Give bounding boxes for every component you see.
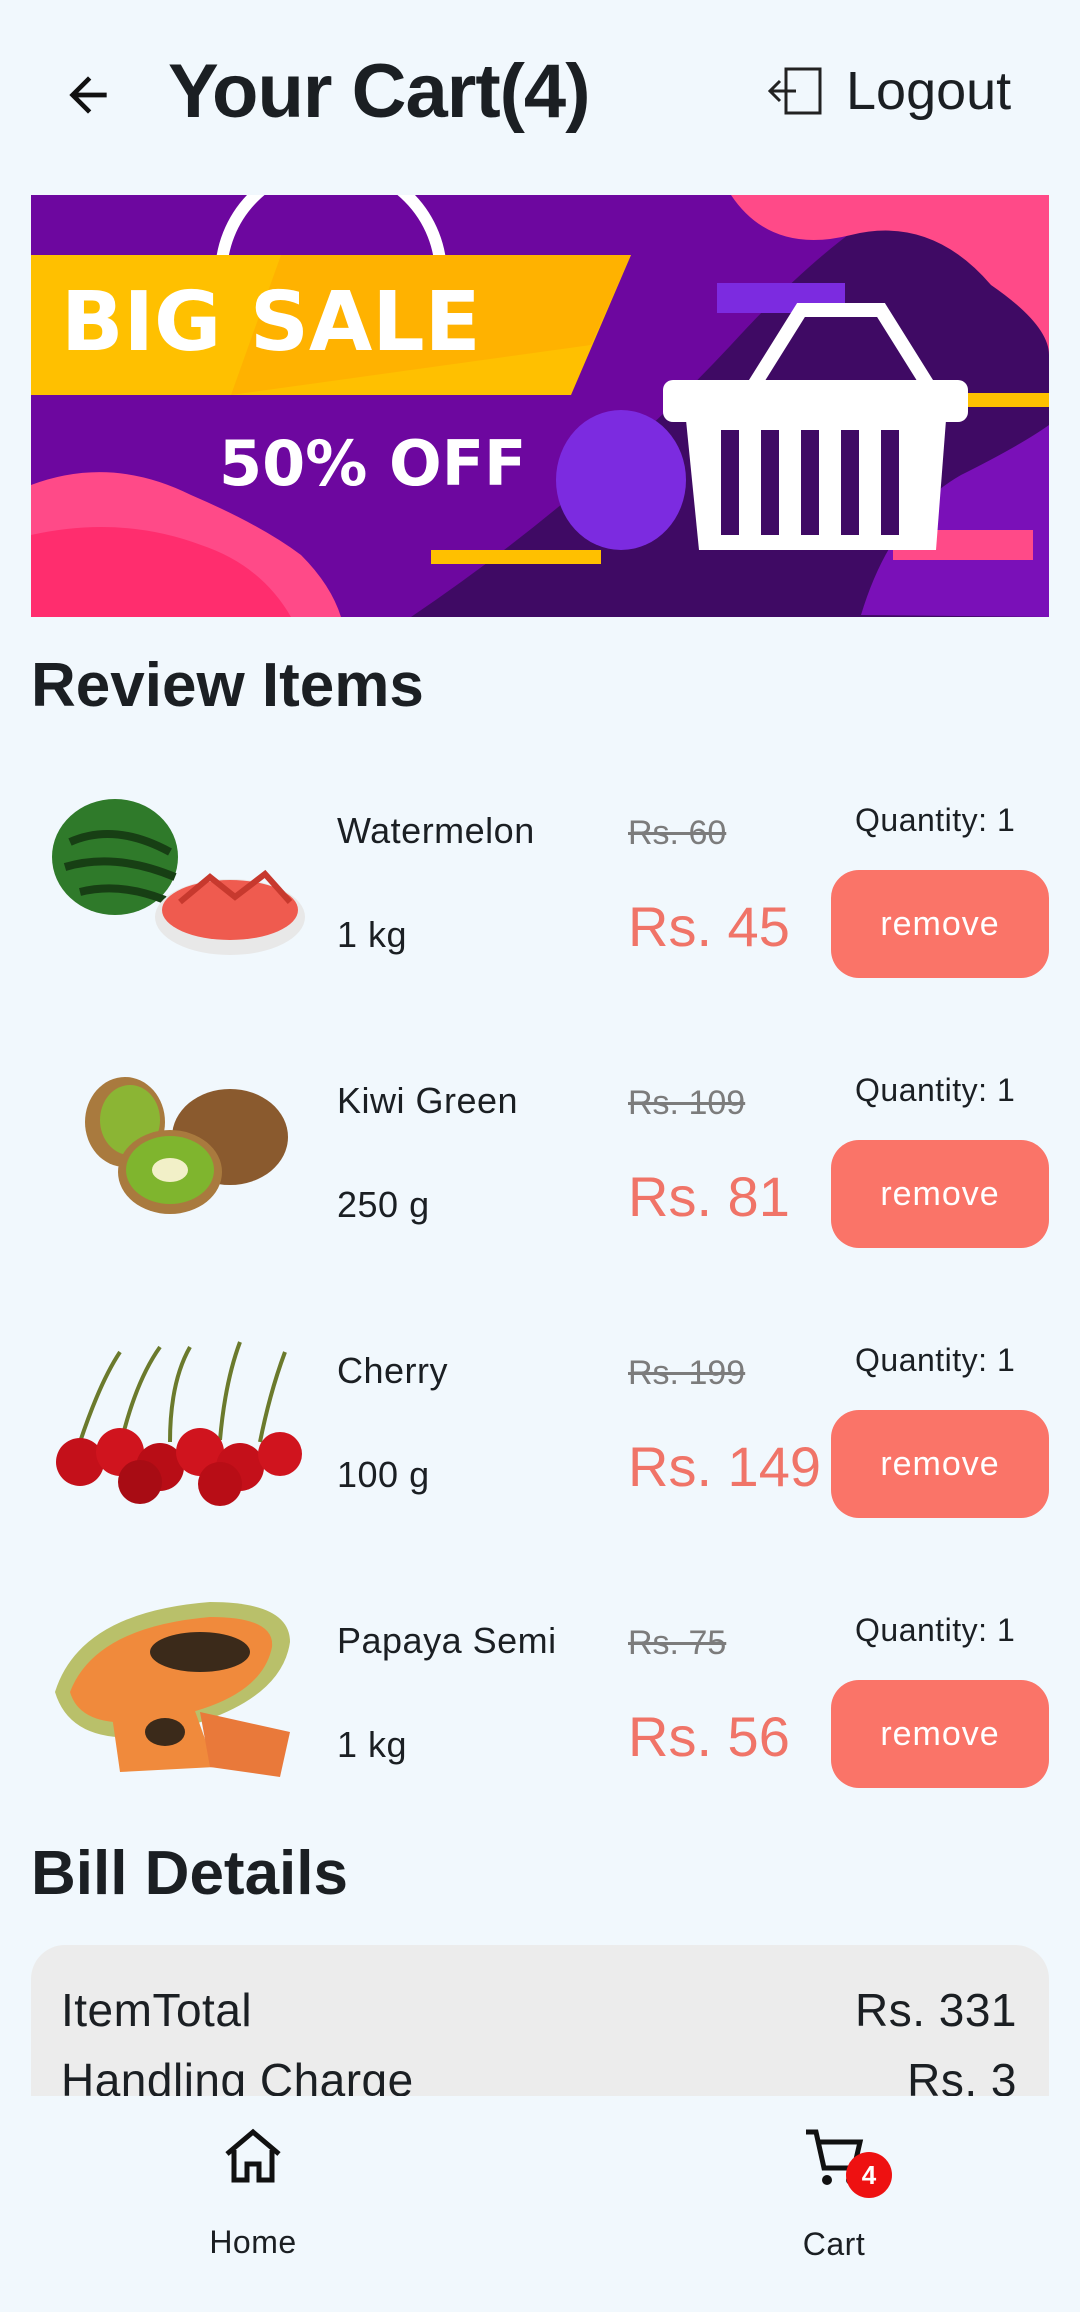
sale-banner[interactable]: BIG SALE 50% OFF — [31, 195, 1049, 617]
banner-subline: 50% OFF — [219, 427, 526, 500]
item-unit: 1 kg — [337, 1724, 408, 1765]
nav-home[interactable]: Home — [153, 2126, 353, 2261]
item-name: Watermelon — [337, 810, 535, 851]
cart-item-watermelon: Watermelon 1 kg Rs. 60 Rs. 45 Quantity: … — [0, 782, 1080, 1002]
nav-home-label: Home — [209, 2224, 297, 2260]
cart-item-cherry: Cherry 100 g Rs. 199 Rs. 149 Quantity: 1… — [0, 1322, 1080, 1542]
item-quantity: Quantity: 1 — [855, 1612, 1016, 1648]
review-items-title: Review Items — [31, 651, 424, 720]
remove-button[interactable]: remove — [831, 870, 1049, 978]
item-quantity: Quantity: 1 — [855, 1342, 1016, 1378]
bill-row-item-total: ItemTotal Rs. 331 — [61, 1983, 1017, 2037]
cherry-image — [56, 1341, 302, 1506]
item-unit: 100 g — [337, 1454, 430, 1495]
item-old-price: Rs. 109 — [628, 1084, 746, 1122]
home-icon — [225, 2128, 281, 2183]
item-new-price: Rs. 149 — [628, 1435, 821, 1498]
page-title: Your Cart(4) — [168, 49, 591, 134]
item-name: Kiwi Green — [337, 1080, 519, 1121]
bottom-navigation: Home 4 Cart — [0, 2096, 1080, 2312]
item-quantity: Quantity: 1 — [855, 802, 1016, 838]
item-old-price: Rs. 199 — [628, 1354, 746, 1392]
remove-button[interactable]: remove — [831, 1140, 1049, 1248]
item-unit: 250 g — [337, 1184, 430, 1225]
logout-label: Logout — [846, 61, 1012, 121]
nav-cart-label: Cart — [802, 2226, 866, 2262]
cart-item-kiwi-green: Kiwi Green 250 g Rs. 109 Rs. 81 Quantity… — [0, 1052, 1080, 1272]
cart-badge: 4 — [846, 2152, 892, 2198]
item-new-price: Rs. 45 — [628, 895, 790, 958]
bill-label: ItemTotal — [61, 1984, 253, 2036]
watermelon-image — [52, 799, 305, 955]
item-old-price: Rs. 75 — [628, 1624, 727, 1662]
item-new-price: Rs. 81 — [628, 1165, 790, 1228]
top-app-bar: Your Cart(4) Logout — [0, 0, 1080, 190]
nav-cart[interactable]: 4 Cart — [734, 2126, 934, 2263]
logout-icon — [767, 67, 822, 115]
back-button[interactable] — [48, 55, 128, 135]
remove-button[interactable]: remove — [831, 1410, 1049, 1518]
cart-screen: Your Cart(4) Logout BIG SALE 50% OFF Rev… — [0, 0, 1080, 2312]
kiwi-image — [85, 1077, 288, 1214]
back-arrow-icon — [69, 76, 107, 114]
item-old-price: Rs. 60 — [628, 814, 727, 852]
papaya-image — [55, 1602, 290, 1777]
item-name: Papaya Semi — [337, 1620, 557, 1661]
item-name: Cherry — [337, 1350, 449, 1391]
item-quantity: Quantity: 1 — [855, 1072, 1016, 1108]
remove-button[interactable]: remove — [831, 1680, 1049, 1788]
item-unit: 1 kg — [337, 914, 408, 955]
bill-value: Rs. 331 — [854, 1984, 1017, 2036]
banner-headline: BIG SALE — [61, 275, 481, 370]
cart-item-papaya-semi: Papaya Semi 1 kg Rs. 75 Rs. 56 Quantity:… — [0, 1592, 1080, 1812]
item-new-price: Rs. 56 — [628, 1705, 790, 1768]
bill-details-title: Bill Details — [31, 1839, 348, 1908]
logout-button[interactable]: Logout — [766, 60, 1011, 122]
